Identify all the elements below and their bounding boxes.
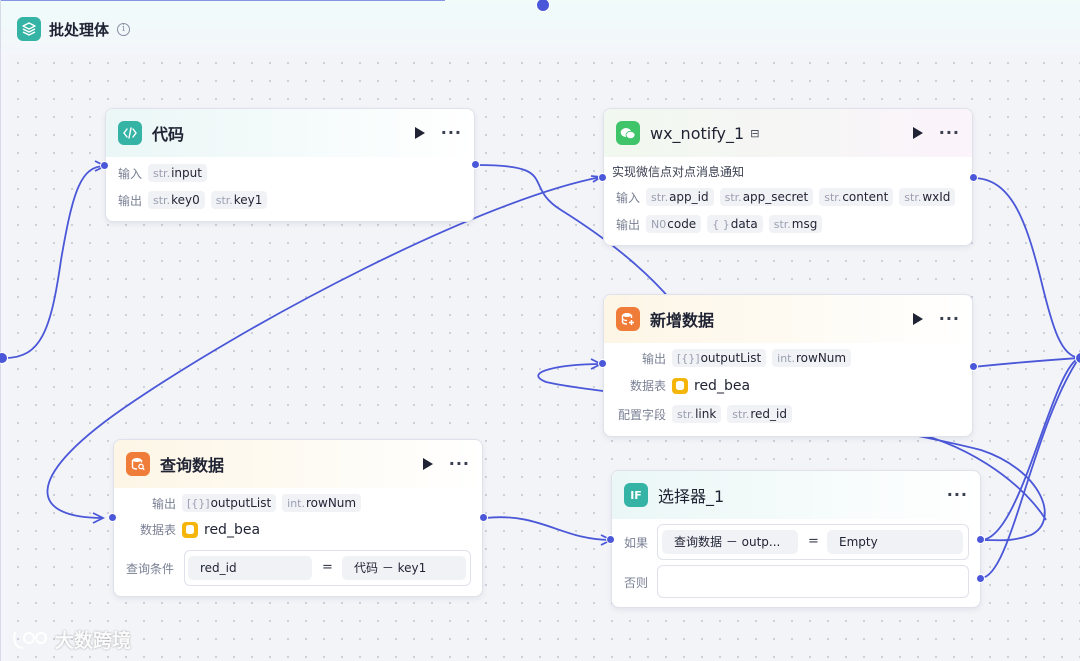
table-name: red_bea bbox=[204, 521, 261, 538]
batch-container: 批处理体 i 代码 ··· 输入 str.input 输出 str.key0 s… bbox=[0, 0, 1080, 661]
input-row: 输入 str.app_id str.app_secret str.content… bbox=[616, 188, 956, 206]
output-row: 输出 [{}]outputList int.rowNum bbox=[616, 349, 852, 367]
run-icon[interactable] bbox=[912, 313, 923, 325]
if-operator[interactable]: = bbox=[808, 534, 819, 549]
wx-in-port[interactable] bbox=[598, 173, 607, 182]
else-box[interactable] bbox=[657, 565, 969, 598]
table-icon bbox=[672, 377, 688, 394]
param-tag: [{}]outputList bbox=[182, 494, 277, 512]
code-icon bbox=[118, 121, 142, 145]
left-edge-port[interactable] bbox=[0, 352, 8, 364]
code-out-port[interactable] bbox=[471, 160, 480, 169]
selector-if-port[interactable] bbox=[976, 535, 985, 544]
fields-row: 配置字段 str.link str.red_id bbox=[616, 405, 792, 423]
if-field-right[interactable]: Empty bbox=[827, 530, 963, 554]
table-name: red_bea bbox=[694, 377, 751, 394]
param-tag: str.app_id bbox=[646, 188, 714, 206]
row-label: 输入 bbox=[118, 166, 143, 181]
row-label: 数据表 bbox=[139, 523, 176, 537]
if-icon: IF bbox=[624, 483, 648, 507]
node-title: 查询数据 bbox=[160, 456, 225, 475]
if-label: 如果 bbox=[624, 536, 649, 550]
row-label: 输出 bbox=[616, 217, 641, 232]
watermark-icon bbox=[13, 631, 47, 649]
row-label: 输出 bbox=[118, 193, 143, 208]
watermark-logo: 大数跨境 bbox=[11, 626, 131, 653]
more-icon[interactable]: ··· bbox=[449, 456, 470, 472]
node-title: 代码 bbox=[152, 125, 185, 144]
condition-operator[interactable]: = bbox=[322, 560, 333, 575]
table-row: 数据表 red_bea bbox=[126, 521, 260, 538]
query-out-port[interactable] bbox=[479, 513, 488, 522]
insert-out-port[interactable] bbox=[969, 362, 978, 371]
insert-data-node[interactable]: 新增数据 ··· 输出 [{}]outputList int.rowNum 数据… bbox=[603, 294, 973, 437]
wechat-icon bbox=[616, 121, 640, 145]
row-label: 数据表 bbox=[629, 379, 666, 393]
row-label: 配置字段 bbox=[617, 407, 666, 422]
param-tag: str.key1 bbox=[210, 191, 268, 209]
selector-in-port[interactable] bbox=[606, 535, 615, 544]
insert-in-port[interactable] bbox=[598, 359, 607, 368]
param-tag: str.msg bbox=[768, 215, 823, 233]
param-tag: [{}]outputList bbox=[672, 349, 767, 367]
output-row: 输出 [{}]outputList int.rowNum bbox=[126, 494, 362, 512]
selector-else-port[interactable] bbox=[976, 574, 985, 583]
run-icon[interactable] bbox=[912, 127, 923, 139]
param-tag: str.key0 bbox=[148, 191, 205, 209]
output-row: 输出 str.key0 str.key1 bbox=[118, 191, 268, 209]
node-description: 实现微信点对点消息通知 bbox=[612, 165, 745, 179]
param-tag: str.app_secret bbox=[719, 188, 814, 206]
right-edge-port[interactable] bbox=[1075, 352, 1080, 364]
table-icon bbox=[182, 521, 198, 538]
param-tag: str.red_id bbox=[727, 405, 792, 423]
condition-label: 查询条件 bbox=[126, 562, 175, 576]
row-label: 输出 bbox=[641, 351, 666, 366]
param-tag: int.rowNum bbox=[772, 349, 852, 367]
node-title: wx_notify_1 bbox=[650, 123, 745, 143]
row-label: 输出 bbox=[151, 496, 176, 511]
node-title: 选择器_1 bbox=[658, 487, 725, 506]
more-icon[interactable]: ··· bbox=[441, 125, 462, 141]
param-tag: str.wxId bbox=[899, 188, 956, 206]
wx-out-port[interactable] bbox=[969, 173, 978, 182]
layers-icon bbox=[17, 17, 41, 41]
param-tag: int.rowNum bbox=[282, 494, 362, 512]
query-in-port[interactable] bbox=[108, 513, 117, 522]
more-icon[interactable]: ··· bbox=[947, 487, 968, 503]
run-icon[interactable] bbox=[414, 127, 425, 139]
database-search-icon bbox=[126, 452, 150, 476]
container-header: 批处理体 i bbox=[17, 16, 131, 42]
query-data-node[interactable]: 查询数据 ··· 输出 [{}]outputList int.rowNum 数据… bbox=[113, 439, 483, 597]
condition-field-right[interactable]: 代码 － key1 bbox=[342, 556, 466, 580]
selector-node[interactable]: IF 选择器_1 ··· 如果 查询数据 － outp... = Empty 否… bbox=[611, 470, 981, 608]
param-tag: { }data bbox=[707, 215, 763, 233]
param-tag: str.link bbox=[672, 405, 722, 423]
top-port[interactable] bbox=[536, 0, 550, 12]
more-icon[interactable]: ··· bbox=[939, 125, 960, 141]
row-label: 输入 bbox=[616, 190, 641, 205]
param-tag: str.input bbox=[148, 164, 207, 182]
code-in-port[interactable] bbox=[100, 161, 109, 170]
info-icon[interactable]: i bbox=[117, 22, 131, 36]
table-row: 数据表 red_bea bbox=[616, 377, 750, 394]
more-icon[interactable]: ··· bbox=[939, 311, 960, 327]
param-tag: N0code bbox=[646, 215, 702, 233]
run-icon[interactable] bbox=[422, 458, 433, 470]
output-row: 输出 N0code { }data str.msg bbox=[616, 215, 823, 233]
else-label: 否则 bbox=[624, 576, 649, 590]
plugin-icon: ⊟ bbox=[750, 126, 760, 140]
node-title: 新增数据 bbox=[650, 311, 715, 330]
code-node[interactable]: 代码 ··· 输入 str.input 输出 str.key0 str.key1 bbox=[105, 108, 475, 222]
if-field-left[interactable]: 查询数据 － outp... bbox=[662, 530, 798, 554]
database-add-icon bbox=[616, 307, 640, 331]
wx-notify-node[interactable]: wx_notify_1 ⊟ ··· 实现微信点对点消息通知 输入 str.app… bbox=[603, 108, 973, 246]
container-title: 批处理体 bbox=[49, 20, 110, 39]
param-tag: str.content bbox=[819, 188, 894, 206]
condition-field-left[interactable]: red_id bbox=[188, 556, 312, 580]
input-row: 输入 str.input bbox=[118, 164, 207, 182]
